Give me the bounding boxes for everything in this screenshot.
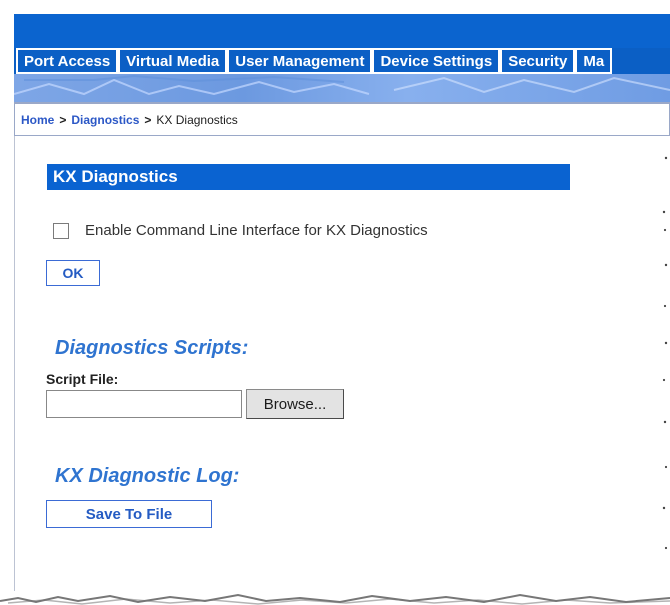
main-nav: Port Access Virtual Media User Managemen… — [14, 48, 670, 74]
tab-more[interactable]: Ma — [575, 48, 613, 74]
tab-port-access[interactable]: Port Access — [16, 48, 119, 74]
right-edge-noise — [662, 156, 668, 550]
breadcrumb-separator: > — [144, 112, 152, 127]
tab-user-management[interactable]: User Management — [227, 48, 373, 74]
cli-checkbox-row: Enable Command Line Interface for KX Dia… — [53, 222, 428, 239]
ok-button[interactable]: OK — [46, 260, 100, 286]
diagnostic-log-heading: KX Diagnostic Log: — [55, 465, 240, 487]
diagnostics-scripts-heading: Diagnostics Scripts: — [55, 337, 249, 359]
bottom-edge-noise — [0, 591, 670, 605]
breadcrumb-current: KX Diagnostics — [156, 112, 238, 127]
main-content: KX Diagnostics Enable Command Line Inter… — [14, 136, 670, 591]
tab-device-settings[interactable]: Device Settings — [372, 48, 501, 74]
breadcrumb-diagnostics-link[interactable]: Diagnostics — [71, 113, 139, 127]
browse-button[interactable]: Browse... — [246, 389, 344, 419]
checkbox-icon[interactable] — [53, 222, 69, 239]
tab-virtual-media[interactable]: Virtual Media — [118, 48, 228, 74]
script-file-input[interactable] — [46, 390, 242, 418]
section-title: KX Diagnostics — [47, 164, 570, 190]
tab-security[interactable]: Security — [500, 48, 576, 74]
breadcrumb-separator: > — [59, 112, 67, 127]
cli-checkbox-label: Enable Command Line Interface for KX Dia… — [85, 222, 428, 239]
script-file-label: Script File: — [46, 371, 119, 387]
save-to-file-button[interactable]: Save To File — [46, 500, 212, 528]
header-banner — [14, 74, 670, 102]
breadcrumb-home-link[interactable]: Home — [21, 113, 54, 127]
page: Port Access Virtual Media User Managemen… — [0, 0, 670, 605]
breadcrumb: Home > Diagnostics > KX Diagnostics — [14, 102, 670, 136]
banner-pattern — [14, 74, 670, 96]
top-bar — [14, 14, 670, 48]
